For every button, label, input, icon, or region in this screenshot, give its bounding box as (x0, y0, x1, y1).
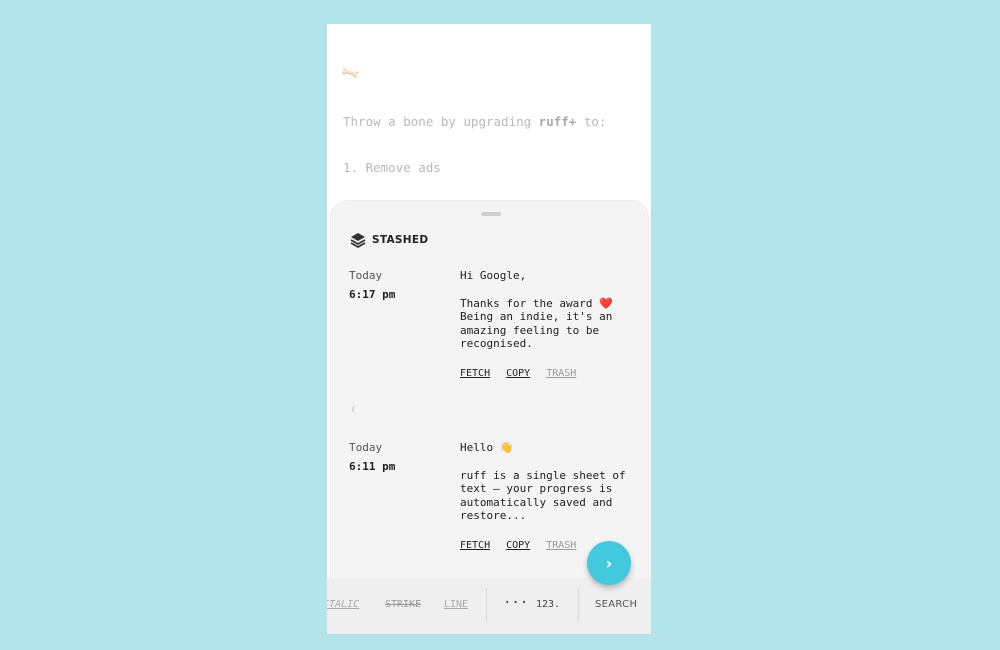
fetch-button[interactable]: FETCH (460, 539, 490, 553)
toolbar-divider (486, 588, 487, 622)
format-toolbar: ITALIC STRIKE LINE ··· 123. SEARCH (327, 578, 651, 634)
entry-day: Today (349, 269, 383, 282)
entry-time: 6:17 pm (349, 288, 396, 301)
next-fab-button[interactable]: › (587, 541, 631, 585)
entry-greeting: Hi Google, (460, 269, 527, 282)
entry-time: 6:11 pm (349, 460, 396, 473)
toolbar-divider (578, 588, 579, 622)
more-button[interactable]: ··· (503, 595, 528, 611)
sheet-header: STASHED (350, 232, 428, 248)
copy-button[interactable]: COPY (506, 539, 530, 553)
sheet-title: STASHED (372, 234, 429, 246)
trash-button[interactable]: TRASH (546, 539, 576, 553)
drag-handle[interactable] (481, 212, 501, 216)
layers-icon (350, 233, 366, 248)
divider-icon: ❨ (351, 405, 357, 415)
entry-day: Today (349, 441, 383, 454)
upgrade-line: Throw a bone by upgrading ruff+ to: (343, 114, 606, 129)
bone-icon: 🦴 (340, 62, 362, 85)
entry-body: Hi Google, Thanks for the award ❤️ Being… (460, 269, 635, 381)
entry-actions: FETCH COPY TRASH (460, 367, 635, 381)
fetch-button[interactable]: FETCH (460, 367, 490, 381)
upgrade-product: ruff+ (538, 114, 577, 129)
entry-message: Thanks for the award ❤️ Being an indie, … (460, 296, 613, 351)
chevron-right-icon: › (605, 553, 613, 573)
search-button[interactable]: SEARCH (595, 599, 637, 610)
entry-message: ruff is a single sheet of text — your pr… (460, 468, 626, 523)
app-window: 🦴 Throw a bone by upgrading ruff+ to: 1.… (327, 24, 651, 634)
upgrade-suffix: to: (576, 114, 607, 129)
numbered-list-button[interactable]: 123. (536, 599, 560, 610)
entry-body: Hello 👋 ruff is a single sheet of text —… (460, 441, 635, 553)
italic-button[interactable]: ITALIC (327, 599, 359, 610)
line-button[interactable]: LINE (444, 599, 468, 610)
strike-button[interactable]: STRIKE (385, 599, 421, 610)
copy-button[interactable]: COPY (506, 367, 530, 381)
upgrade-prefix: Throw a bone by upgrading (343, 114, 539, 129)
trash-button[interactable]: TRASH (546, 367, 576, 381)
upgrade-item: 1. Remove ads (343, 160, 441, 175)
entry-greeting: Hello 👋 (460, 441, 514, 454)
